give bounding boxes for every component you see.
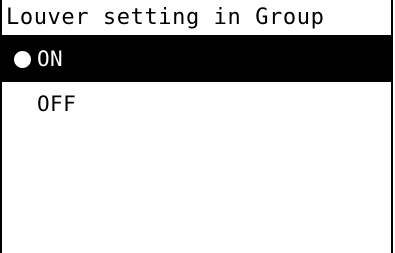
option-on-label: ON xyxy=(37,47,64,71)
option-on[interactable]: ON xyxy=(2,37,391,82)
option-off-label: OFF xyxy=(37,92,77,116)
remote-controller-screen: Louver setting in Group ON OFF xyxy=(0,0,393,253)
option-off[interactable]: OFF xyxy=(2,82,391,127)
option-list: ON OFF xyxy=(2,37,391,127)
title-bar: Louver setting in Group xyxy=(2,0,391,37)
screen-title: Louver setting in Group xyxy=(6,5,325,30)
filled-circle-icon xyxy=(14,51,31,68)
